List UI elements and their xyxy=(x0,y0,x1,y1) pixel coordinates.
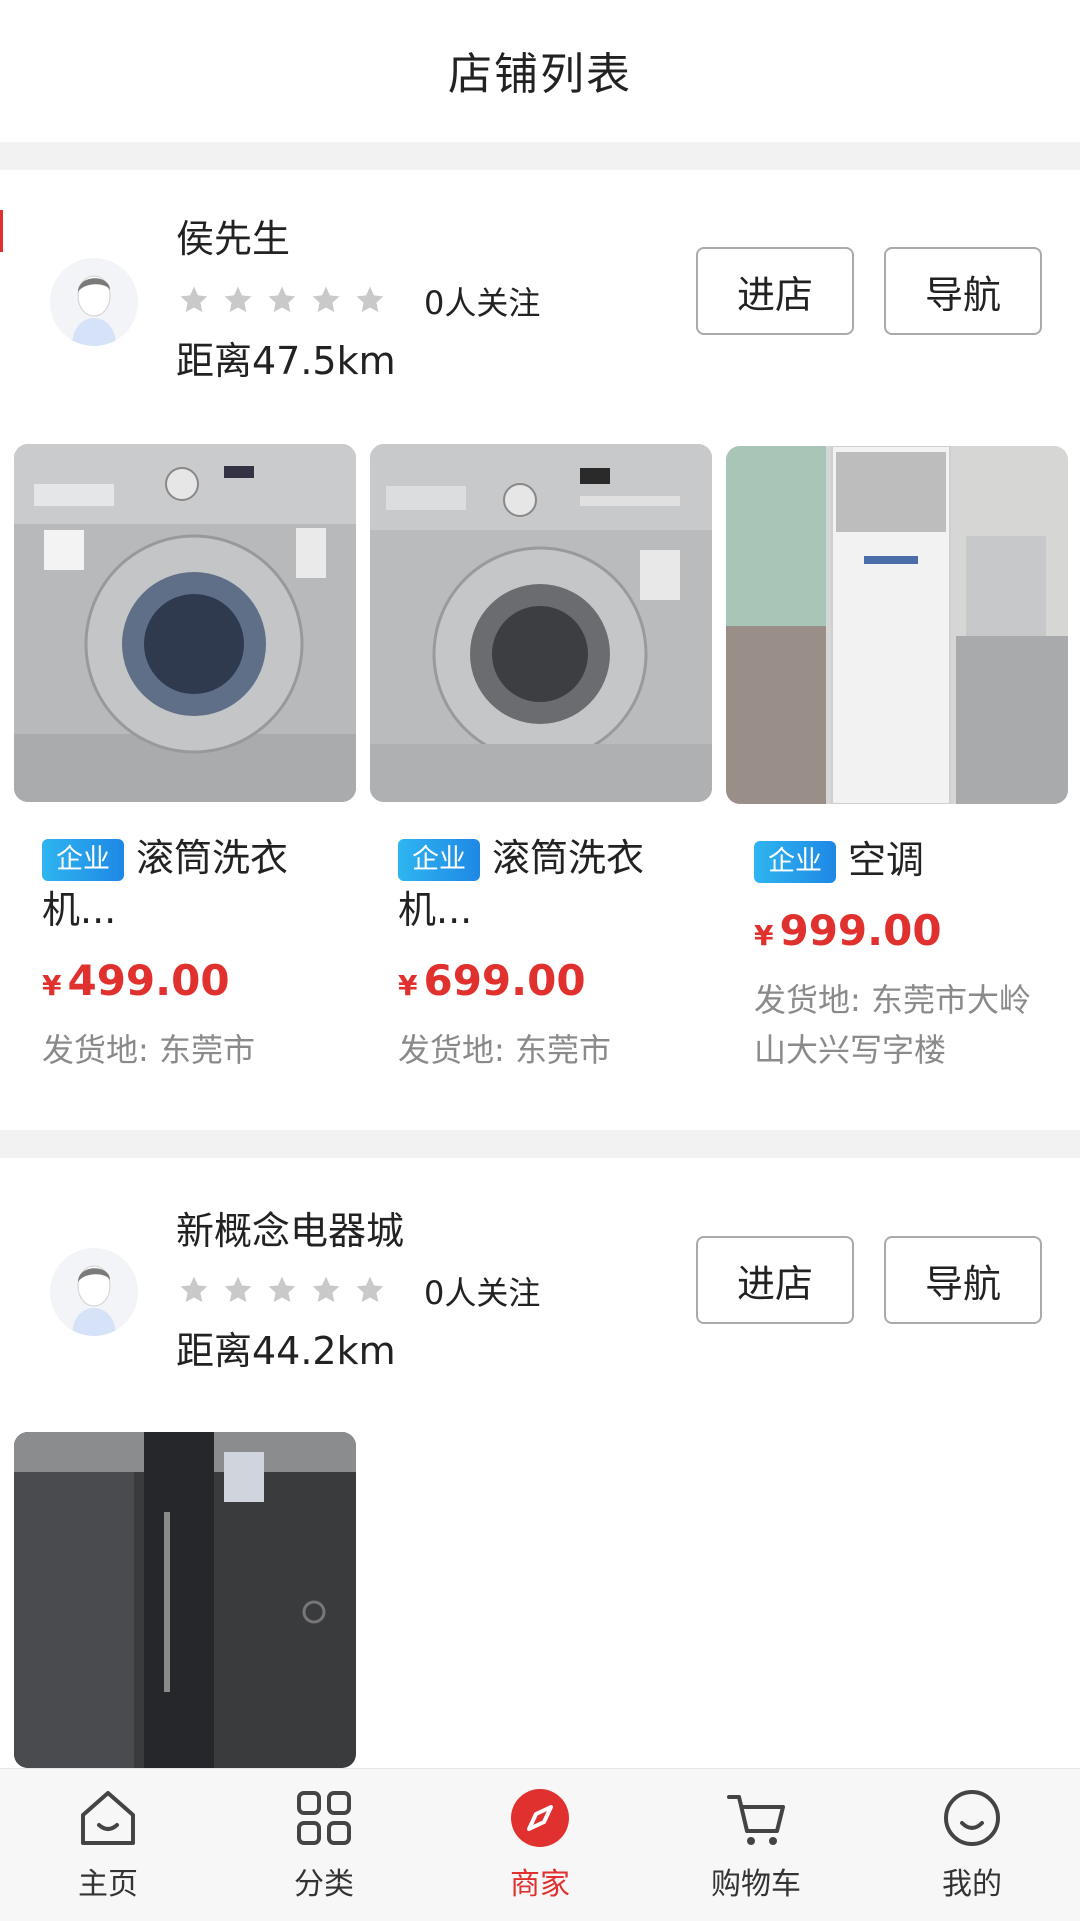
home-icon xyxy=(73,1783,143,1853)
product-title[interactable]: 企业 空调 xyxy=(754,834,1054,886)
star-icon xyxy=(310,284,342,316)
shop-name[interactable]: 新概念电器城 xyxy=(176,1200,404,1255)
tab-label: 主页 xyxy=(78,1867,138,1902)
tab-label: 商家 xyxy=(510,1867,570,1902)
smile-icon xyxy=(937,1783,1007,1853)
product-title[interactable]: 企业 滚筒洗衣机... xyxy=(398,832,698,936)
tab-label: 购物车 xyxy=(711,1867,801,1902)
product-card[interactable]: 企业 滚筒洗衣机... ¥699.00 发货地: 东莞市 xyxy=(370,444,712,1075)
followers-count: 0人关注 xyxy=(424,284,541,322)
rating-stars xyxy=(178,1274,386,1306)
product-card[interactable] xyxy=(14,1432,356,1768)
compass-icon xyxy=(505,1783,575,1853)
product-price: ¥699.00 xyxy=(398,956,712,1005)
navigate-button[interactable]: 导航 xyxy=(884,1236,1042,1324)
page-header: 店铺列表 xyxy=(0,0,1080,140)
currency-symbol: ¥ xyxy=(754,919,774,952)
price-value: 699.00 xyxy=(423,956,586,1005)
enterprise-badge: 企业 xyxy=(398,839,480,881)
product-price: ¥999.00 xyxy=(754,906,1068,955)
tab-label: 我的 xyxy=(942,1867,1002,1902)
tab-cart[interactable]: 购物车 xyxy=(648,1769,864,1921)
bottom-tab-bar: 主页 分类 商家 购物车 我的 xyxy=(0,1768,1080,1921)
product-image[interactable] xyxy=(14,1432,356,1768)
tab-label: 分类 xyxy=(294,1867,354,1902)
grid-icon xyxy=(289,1783,359,1853)
avatar[interactable] xyxy=(50,258,138,346)
shop-name[interactable]: 侯先生 xyxy=(176,208,290,263)
followers-count: 0人关注 xyxy=(424,1274,541,1312)
enter-shop-button[interactable]: 进店 xyxy=(696,247,854,335)
tab-mine[interactable]: 我的 xyxy=(864,1769,1080,1921)
star-icon xyxy=(178,1274,210,1306)
star-icon xyxy=(354,1274,386,1306)
product-origin: 发货地: 东莞市大岭山大兴写字楼 xyxy=(754,981,1031,1069)
product-image[interactable] xyxy=(726,446,1068,804)
tab-home[interactable]: 主页 xyxy=(0,1769,216,1921)
star-icon xyxy=(354,284,386,316)
product-image[interactable] xyxy=(370,444,712,802)
product-name: 空调 xyxy=(848,838,925,882)
avatar[interactable] xyxy=(50,1248,138,1336)
star-icon xyxy=(222,284,254,316)
enterprise-badge: 企业 xyxy=(754,841,836,883)
enterprise-badge: 企业 xyxy=(42,839,124,881)
shop-accent-bar xyxy=(0,210,3,252)
star-icon xyxy=(310,1274,342,1306)
product-title[interactable]: 企业 滚筒洗衣机... xyxy=(42,832,342,936)
product-price: ¥499.00 xyxy=(42,956,356,1005)
currency-symbol: ¥ xyxy=(42,969,62,1002)
star-icon xyxy=(178,284,210,316)
star-icon xyxy=(266,284,298,316)
page-title: 店铺列表 xyxy=(448,49,632,100)
product-card[interactable]: 企业 滚筒洗衣机... ¥499.00 发货地: 东莞市 xyxy=(14,444,356,1075)
product-image[interactable] xyxy=(14,444,356,802)
star-icon xyxy=(266,1274,298,1306)
navigate-button[interactable]: 导航 xyxy=(884,247,1042,335)
shop-card: 新概念电器城 0人关注 距离44.2km 进店 导航 xyxy=(0,1158,1080,1768)
section-divider xyxy=(0,142,1080,170)
product-origin: 发货地: 东莞市 xyxy=(42,1031,255,1069)
tab-category[interactable]: 分类 xyxy=(216,1769,432,1921)
enter-shop-button[interactable]: 进店 xyxy=(696,1236,854,1324)
cart-icon xyxy=(721,1783,791,1853)
shop-distance: 距离44.2km xyxy=(176,1329,396,1373)
shop-card: 侯先生 0人关注 距离47.5km 进店 导航 企业 滚筒洗衣机... ¥ 49… xyxy=(0,170,1080,1130)
section-divider xyxy=(0,1130,1080,1158)
star-icon xyxy=(222,1274,254,1306)
currency-symbol: ¥ xyxy=(398,969,418,1002)
product-card[interactable]: 企业 空调 ¥999.00 发货地: 东莞市大岭山大兴写字楼 xyxy=(726,446,1068,1075)
shop-distance: 距离47.5km xyxy=(176,339,396,383)
rating-stars xyxy=(178,284,386,316)
product-origin: 发货地: 东莞市 xyxy=(398,1031,611,1069)
price-value: 499.00 xyxy=(67,956,230,1005)
price-value: 999.00 xyxy=(779,906,942,955)
tab-merchants[interactable]: 商家 xyxy=(432,1769,648,1921)
